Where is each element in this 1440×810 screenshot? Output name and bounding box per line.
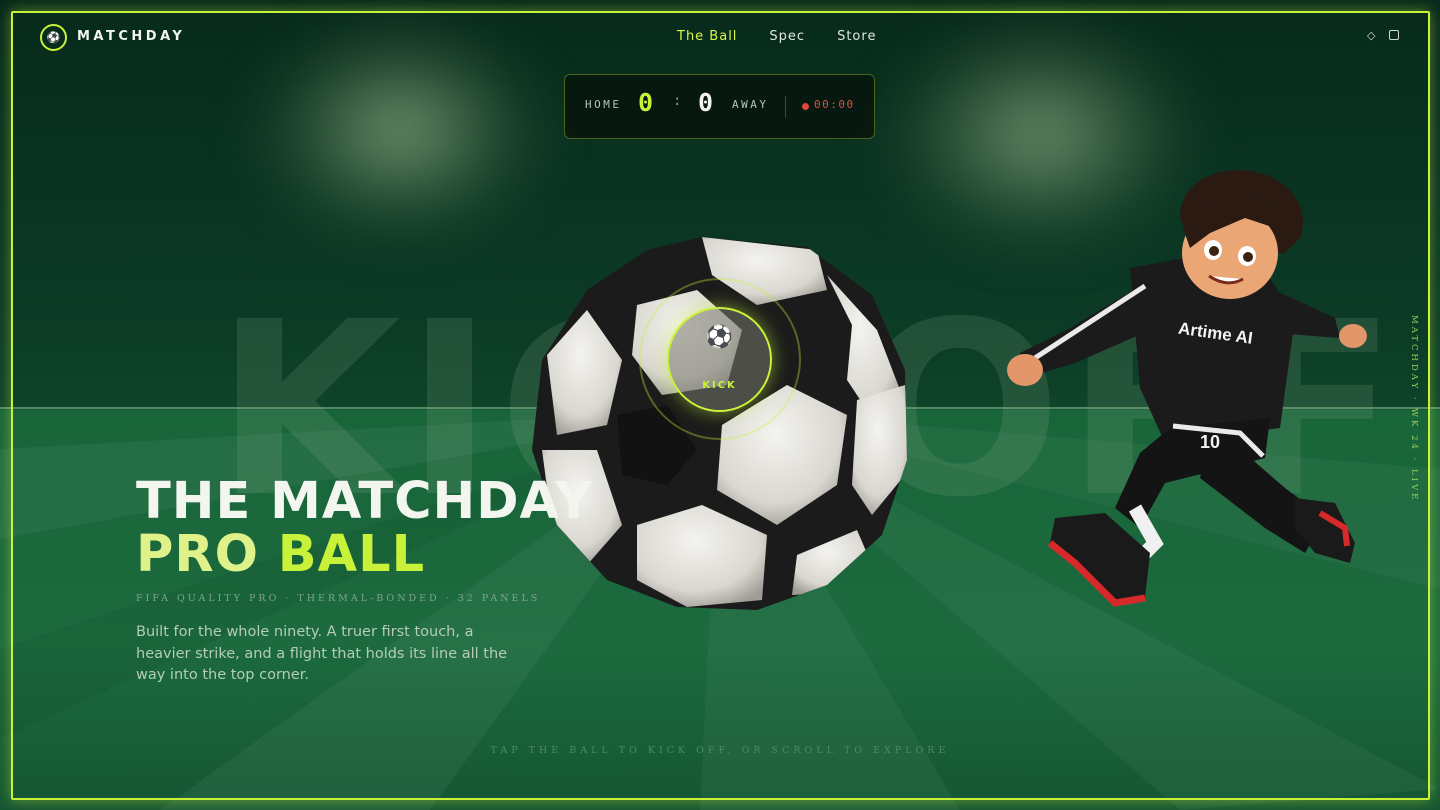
- stadium-light-left: [250, 20, 550, 240]
- spec-line: FIFA QUALITY PRO · THERMAL-BONDED · 32 P…: [136, 593, 541, 604]
- kick-label: KICK: [702, 380, 737, 391]
- home-label: HOME: [585, 98, 622, 111]
- hero-title-pro: PRO: [136, 525, 278, 584]
- logo-icon[interactable]: ⚽: [40, 24, 67, 51]
- square-icon[interactable]: [1389, 30, 1400, 40]
- top-nav: The Ball Spec Store: [677, 29, 876, 44]
- live-dot-icon: [802, 103, 809, 110]
- hero-title-ball: BALL: [277, 525, 426, 584]
- hero-stage: KICKOFF ⚽ MATCHDAY The Ball Spec Store ◇…: [0, 0, 1440, 810]
- diamond-icon[interactable]: ◇: [1367, 29, 1375, 42]
- nav-icons: ◇: [1367, 29, 1400, 42]
- scoreboard: HOME 0 : 0 AWAY 00:00: [564, 74, 875, 139]
- score-separator: :: [673, 93, 682, 109]
- scroll-hint: TAP THE BALL TO KICK OFF, OR SCROLL TO E…: [490, 745, 950, 756]
- kick-button[interactable]: ⚽ KICK: [667, 307, 772, 412]
- hero-title-line1: THE MATCHDAY: [136, 472, 594, 531]
- player-illustration: Artime AI 10: [1007, 170, 1367, 607]
- nav-item-store[interactable]: Store: [837, 29, 876, 44]
- match-clock: 00:00: [814, 98, 855, 111]
- nav-item-spec[interactable]: Spec: [769, 29, 805, 44]
- hero-description: Built for the whole ninety. A truer firs…: [136, 624, 508, 683]
- away-label: AWAY: [732, 98, 769, 111]
- side-label: MATCHDAY · WK 24 · LIVE: [1409, 315, 1419, 503]
- brand-name[interactable]: MATCHDAY: [77, 29, 185, 44]
- nav-item-the-ball[interactable]: The Ball: [677, 29, 737, 44]
- home-score: 0: [638, 88, 654, 117]
- scoreboard-divider: [785, 96, 786, 118]
- hero-title-line2: PRO BALL: [136, 529, 425, 580]
- away-score: 0: [698, 88, 714, 117]
- shorts-number: 10: [1200, 432, 1220, 452]
- ball-icon: ⚽: [705, 325, 734, 350]
